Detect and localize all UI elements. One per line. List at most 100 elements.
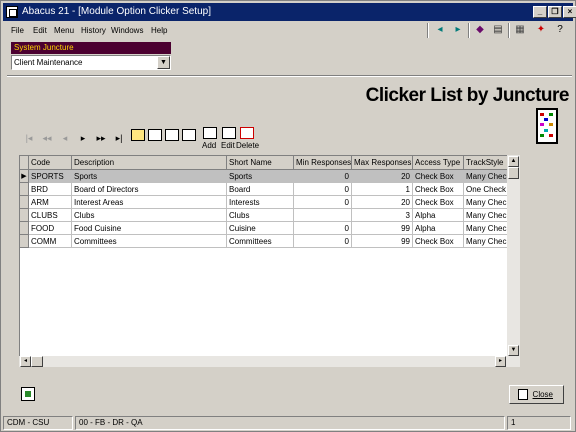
horizontal-scrollbar[interactable]: ◂ ▸ <box>19 356 520 367</box>
arrow-right-icon[interactable]: ▸ <box>451 23 465 37</box>
scroll-right-button[interactable]: ▸ <box>495 356 506 367</box>
cell-description[interactable]: Committees <box>72 235 227 248</box>
cell-min-responses[interactable]: 0 <box>294 170 352 183</box>
arrow-left-icon[interactable]: ◂ <box>433 23 447 37</box>
row-indicator[interactable] <box>20 222 29 235</box>
cell-access-type[interactable]: Check Box <box>413 170 464 183</box>
edit-icon[interactable] <box>222 127 236 139</box>
next-page-button[interactable]: ▸▸ <box>93 131 109 145</box>
cell-trackstyle[interactable]: Many Check <box>464 235 511 248</box>
row-indicator[interactable] <box>20 196 29 209</box>
cell-access-type[interactable]: Alpha <box>413 209 464 222</box>
export-icon[interactable] <box>182 129 196 141</box>
cell-short-name[interactable]: Board <box>227 183 294 196</box>
edit-button[interactable]: Edit <box>221 141 235 150</box>
cell-description[interactable]: Food Cuisine <box>72 222 227 235</box>
column-header-access-type[interactable]: Access Type <box>413 156 464 170</box>
menu-menu[interactable]: Menu <box>54 26 74 35</box>
cell-max-responses[interactable]: 20 <box>352 196 413 209</box>
cell-short-name[interactable]: Committees <box>227 235 294 248</box>
cell-max-responses[interactable]: 99 <box>352 235 413 248</box>
cell-short-name[interactable]: Sports <box>227 170 294 183</box>
table-row[interactable]: COMM Committees Committees 0 99 Check Box Many… <box>20 235 519 248</box>
table-row[interactable]: ARM Interest Areas Interests 0 20 Check Box Ma… <box>20 196 519 209</box>
column-header-code[interactable]: Code <box>29 156 72 170</box>
cell-trackstyle[interactable]: One Check <box>464 183 511 196</box>
vertical-scrollbar[interactable]: ▲ ▼ <box>507 155 520 357</box>
close-button[interactable]: Close <box>509 385 564 404</box>
column-header-short-name[interactable]: Short Name <box>227 156 294 170</box>
horizontal-scroll-thumb[interactable] <box>31 356 43 367</box>
cell-code[interactable]: FOOD <box>29 222 72 235</box>
cell-code[interactable]: COMM <box>29 235 72 248</box>
cell-short-name[interactable]: Cuisine <box>227 222 294 235</box>
cell-short-name[interactable]: Clubs <box>227 209 294 222</box>
add-button[interactable]: Add <box>202 141 216 150</box>
cell-access-type[interactable]: Check Box <box>413 235 464 248</box>
cell-min-responses[interactable]: 0 <box>294 183 352 196</box>
cell-trackstyle[interactable]: Many Check <box>464 222 511 235</box>
juncture-select[interactable]: Client Maintenance ▼ <box>11 55 171 70</box>
cell-code[interactable]: BRD <box>29 183 72 196</box>
history-icon[interactable]: ▤ <box>491 23 505 37</box>
prev-record-button[interactable]: ◂ <box>57 131 73 145</box>
cell-max-responses[interactable]: 20 <box>352 170 413 183</box>
cell-min-responses[interactable]: 0 <box>294 196 352 209</box>
cell-trackstyle[interactable]: Many Check <box>464 209 511 222</box>
cell-description[interactable]: Clubs <box>72 209 227 222</box>
column-header-description[interactable]: Description <box>72 156 227 170</box>
row-indicator[interactable] <box>20 209 29 222</box>
run-icon[interactable]: ✦ <box>534 23 548 37</box>
cell-description[interactable]: Sports <box>72 170 227 183</box>
bookmark-icon[interactable]: ◆ <box>473 23 487 37</box>
menu-windows[interactable]: Windows <box>111 26 143 35</box>
add-icon[interactable] <box>203 127 217 139</box>
table-row[interactable]: ▶ SPORTS Sports Sports 0 20 Check Box Many Chec… <box>20 170 519 183</box>
cell-trackstyle[interactable]: Many Check <box>464 170 511 183</box>
menu-help[interactable]: Help <box>151 26 167 35</box>
prev-page-button[interactable]: ◂◂ <box>39 131 55 145</box>
chevron-down-icon[interactable]: ▼ <box>157 56 170 69</box>
cell-min-responses[interactable]: 0 <box>294 222 352 235</box>
delete-icon[interactable] <box>240 127 254 139</box>
minimize-button[interactable]: _ <box>533 6 547 18</box>
table-row[interactable]: CLUBS Clubs Clubs 3 Alpha Many Check <box>20 209 519 222</box>
app-icon[interactable] <box>6 6 18 18</box>
print-icon[interactable] <box>165 129 179 141</box>
column-header-trackstyle[interactable]: TrackStyle <box>464 156 511 170</box>
help-icon[interactable]: ? <box>553 23 567 37</box>
last-record-button[interactable]: ▸| <box>111 131 127 145</box>
first-record-button[interactable]: |◂ <box>21 131 37 145</box>
table-row[interactable]: BRD Board of Directors Board 0 1 Check Box One… <box>20 183 519 196</box>
delete-button[interactable]: Delete <box>236 141 259 150</box>
cell-code[interactable]: SPORTS <box>29 170 72 183</box>
cell-trackstyle[interactable]: Many Check <box>464 196 511 209</box>
filter-icon[interactable] <box>131 129 145 141</box>
cell-access-type[interactable]: Check Box <box>413 183 464 196</box>
cell-min-responses[interactable] <box>294 209 352 222</box>
cell-access-type[interactable]: Check Box <box>413 196 464 209</box>
cell-description[interactable]: Interest Areas <box>72 196 227 209</box>
cell-access-type[interactable]: Alpha <box>413 222 464 235</box>
scroll-left-button[interactable]: ◂ <box>20 356 31 367</box>
calculator-icon[interactable]: ▦ <box>513 23 527 37</box>
cell-max-responses[interactable]: 99 <box>352 222 413 235</box>
menu-history[interactable]: History <box>81 26 106 35</box>
export-data-icon[interactable] <box>21 387 35 401</box>
cell-short-name[interactable]: Interests <box>227 196 294 209</box>
cell-code[interactable]: ARM <box>29 196 72 209</box>
menu-edit[interactable]: Edit <box>33 26 47 35</box>
next-record-button[interactable]: ▸ <box>75 131 91 145</box>
row-indicator[interactable] <box>20 235 29 248</box>
scroll-down-button[interactable]: ▼ <box>508 345 519 356</box>
close-window-button[interactable]: × <box>563 6 576 18</box>
row-indicator[interactable] <box>20 183 29 196</box>
grid-view-icon[interactable] <box>148 129 162 141</box>
restore-button[interactable]: ❐ <box>548 6 562 18</box>
scroll-up-button[interactable]: ▲ <box>508 156 519 167</box>
vertical-scroll-thumb[interactable] <box>508 167 519 179</box>
current-row-arrow-icon[interactable]: ▶ <box>20 170 29 183</box>
cell-max-responses[interactable]: 3 <box>352 209 413 222</box>
column-header-max-responses[interactable]: Max Responses <box>352 156 413 170</box>
table-row[interactable]: FOOD Food Cuisine Cuisine 0 99 Alpha Many Chec… <box>20 222 519 235</box>
